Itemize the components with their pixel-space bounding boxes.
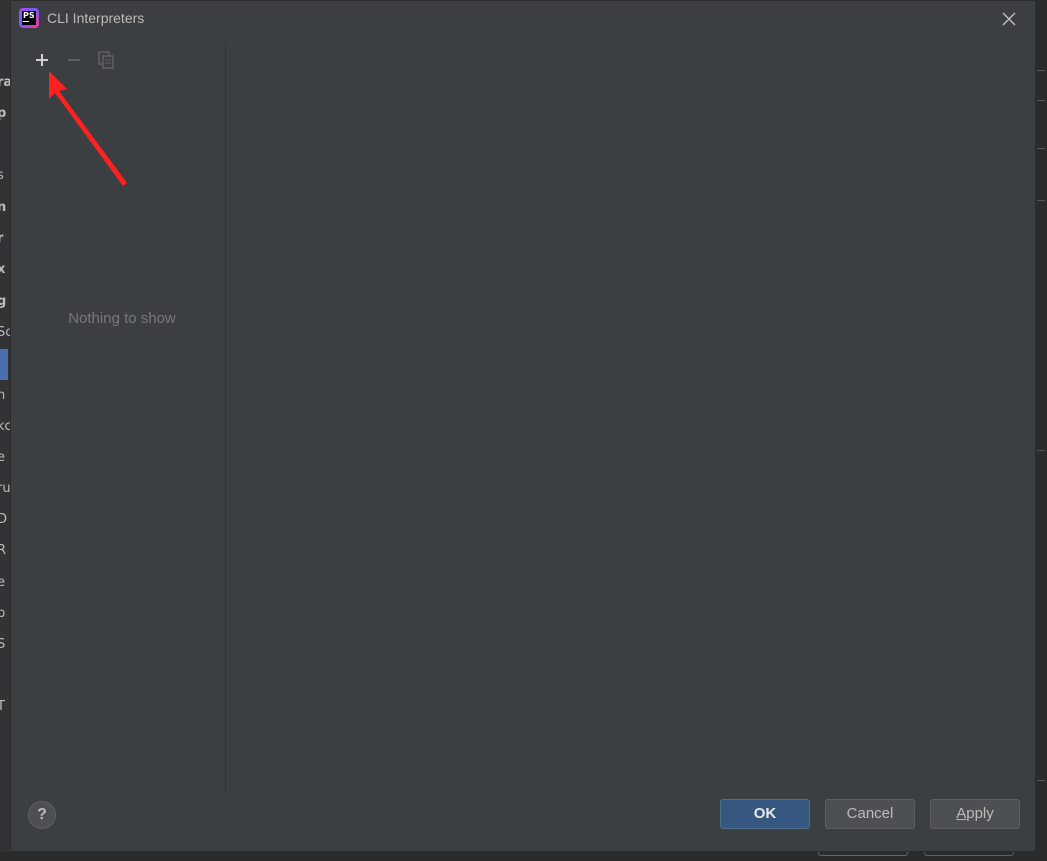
dialog-footer: ? OK Cancel Apply <box>11 791 1035 851</box>
help-button[interactable]: ? <box>28 801 56 829</box>
remove-interpreter-button[interactable] <box>63 49 85 71</box>
apply-mnemonic: A <box>956 805 967 822</box>
background-button-edge <box>818 852 908 856</box>
phpstorm-app-icon: PS <box>19 8 39 28</box>
apply-label-rest: pply <box>966 805 994 822</box>
copy-interpreter-button[interactable] <box>95 49 117 71</box>
window-title: CLI Interpreters <box>47 10 145 26</box>
minus-icon <box>68 59 80 61</box>
background-bottom-edge <box>0 852 1047 861</box>
cli-interpreters-dialog: PS CLI Interpreters Nothing to show ? OK… <box>10 0 1036 852</box>
plus-icon <box>36 54 48 66</box>
interpreters-list-panel: Nothing to show <box>19 43 226 795</box>
empty-list-message: Nothing to show <box>68 310 176 327</box>
apply-button[interactable]: Apply <box>930 799 1020 829</box>
close-button[interactable] <box>999 9 1019 29</box>
interpreter-details-panel <box>226 43 1035 795</box>
copy-icon <box>98 51 114 69</box>
add-interpreter-button[interactable] <box>31 49 53 71</box>
cancel-button[interactable]: Cancel <box>825 799 915 829</box>
background-selected-row <box>0 349 8 380</box>
ok-button[interactable]: OK <box>720 799 810 829</box>
background-editor-edge <box>1035 0 1047 861</box>
close-icon <box>1002 12 1016 26</box>
background-button-edge <box>924 852 1014 856</box>
title-bar: PS CLI Interpreters <box>11 1 1035 37</box>
